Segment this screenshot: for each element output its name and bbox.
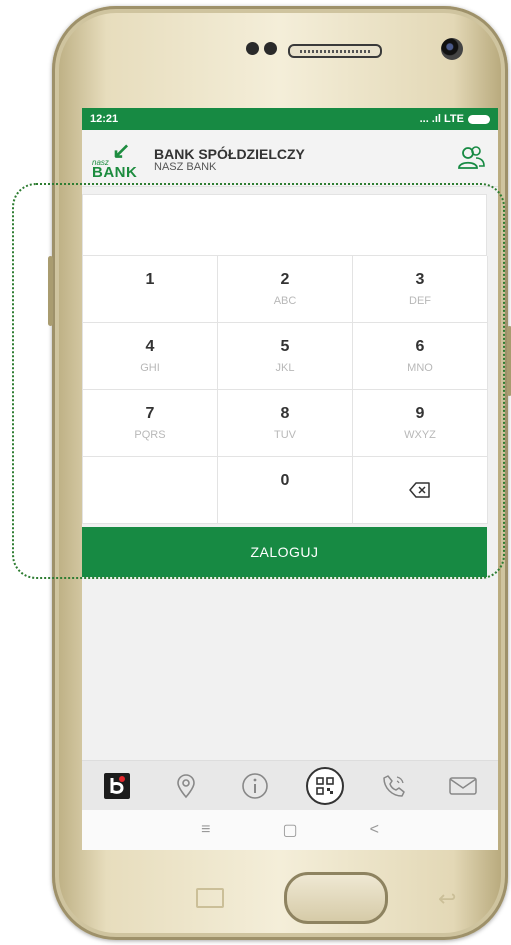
key-5[interactable]: 5 JKL	[218, 323, 353, 390]
key-1[interactable]: 1	[83, 256, 218, 323]
status-time: 12:21	[90, 113, 119, 125]
key-3[interactable]: 3 DEF	[353, 256, 488, 323]
back-nav-key[interactable]: <	[370, 821, 379, 839]
key-4[interactable]: 4 GHI	[83, 323, 218, 390]
key-2[interactable]: 2 ABC	[218, 256, 353, 323]
key-6[interactable]: 6 MNO	[353, 323, 488, 390]
home-key[interactable]: ▢	[282, 820, 297, 840]
system-nav-bar: ≡ ▢ <	[82, 810, 498, 850]
pin-keypad: 1 2 ABC 3 DEF 4 GHI 5 JKL 6 MNO 7 PQRS 8 TUV 9W…	[82, 256, 488, 524]
qr-code-icon[interactable]	[301, 766, 349, 806]
status-bar: 12:21 ... .ıl LTE	[82, 108, 498, 130]
front-camera	[441, 38, 463, 60]
key-8[interactable]: 8 TUV	[218, 390, 353, 457]
backspace-key[interactable]	[353, 457, 488, 524]
recent-apps-key[interactable]	[196, 888, 224, 908]
earpiece-speaker	[288, 44, 382, 58]
signal-indicator: ... .ıl LTE	[419, 113, 464, 125]
bottom-nav	[82, 760, 498, 811]
key-7[interactable]: 7 PQRS	[83, 390, 218, 457]
bank-app-icon[interactable]	[93, 766, 141, 806]
login-button[interactable]: ZALOGUJ	[82, 527, 487, 577]
pin-input[interactable]	[82, 194, 487, 256]
logo-arrow-icon: ↙	[112, 138, 131, 163]
back-key[interactable]: ↩	[438, 886, 456, 912]
backspace-icon	[409, 482, 430, 498]
location-pin-icon[interactable]	[162, 766, 210, 806]
bank-title: BANK SPÓŁDZIELCZY	[154, 146, 305, 162]
mail-icon[interactable]	[439, 766, 487, 806]
volume-button	[48, 256, 53, 326]
bank-subtitle: NASZ BANK	[154, 161, 217, 173]
power-button	[507, 326, 511, 396]
phone-icon[interactable]	[370, 766, 418, 806]
app-header: ↙ nasz BANK BANK SPÓŁDZIELCZY NASZ BANK	[82, 130, 498, 187]
info-icon[interactable]	[231, 766, 279, 806]
sensor-dots	[246, 42, 277, 55]
menu-key[interactable]: ≡	[201, 821, 210, 839]
app-screen: 12:21 ... .ıl LTE ↙ nasz BANK BANK SPÓŁD…	[82, 108, 498, 850]
users-icon[interactable]	[456, 144, 486, 174]
home-button[interactable]	[284, 872, 388, 924]
key-0[interactable]: 0	[218, 457, 353, 524]
bank-logo: ↙ nasz BANK	[92, 138, 138, 182]
battery-icon	[468, 114, 490, 124]
key-empty	[83, 457, 218, 524]
key-9[interactable]: 9 WXYZ	[353, 390, 488, 457]
